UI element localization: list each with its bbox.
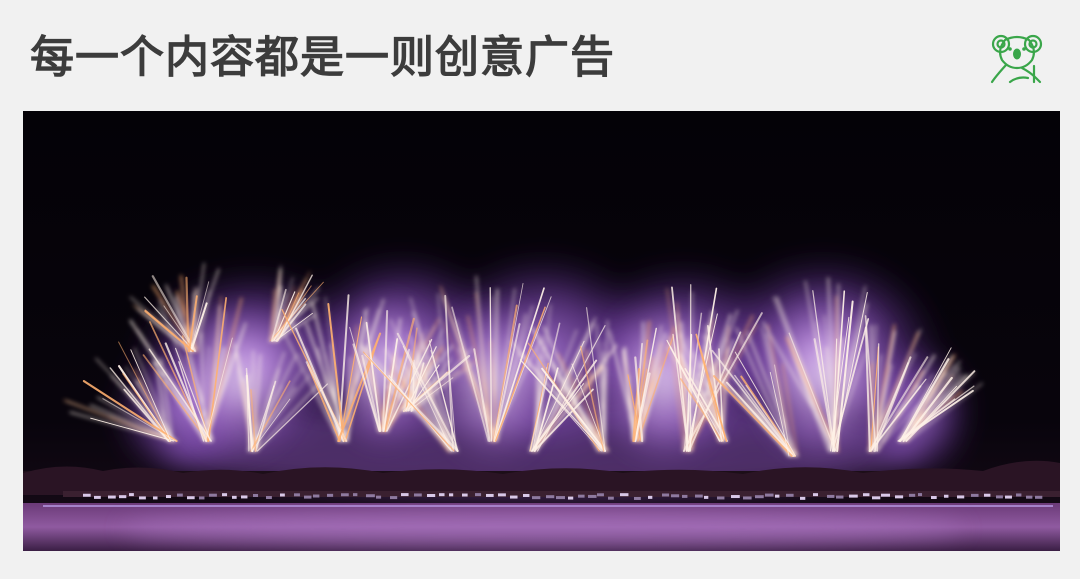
boat-light	[139, 496, 146, 500]
boat-light	[813, 493, 819, 497]
boat-light	[944, 494, 949, 498]
boat-light	[401, 493, 409, 497]
boat-light	[568, 496, 574, 500]
boat-light	[588, 494, 597, 498]
fireworks-photo	[23, 111, 1060, 551]
boat-light	[523, 493, 530, 497]
boat-light	[427, 493, 436, 497]
boat-light	[743, 496, 752, 500]
boat-light	[971, 493, 979, 497]
boat-light	[294, 493, 300, 497]
boat-light	[872, 496, 881, 500]
boat-light	[108, 495, 116, 499]
boat-light	[984, 493, 991, 497]
boat-light	[827, 494, 835, 498]
boat-light	[177, 493, 183, 497]
boat-light	[304, 495, 312, 499]
boat-light	[390, 496, 398, 500]
boat-light	[996, 495, 1003, 499]
boat-light	[909, 493, 916, 497]
boat-light	[775, 494, 780, 498]
boat-light	[313, 494, 320, 498]
boat-light	[957, 495, 965, 499]
boat-light	[755, 495, 764, 499]
boat-light	[786, 493, 794, 497]
boat-light	[608, 496, 614, 500]
boat-light	[765, 493, 774, 497]
boat-light	[682, 494, 688, 498]
koala-icon	[990, 34, 1043, 84]
boat-light	[119, 495, 127, 499]
boat-light	[597, 493, 604, 497]
boat-light	[439, 493, 445, 497]
boat-light	[620, 493, 629, 497]
boat-light	[671, 494, 680, 498]
boat-light	[800, 496, 806, 500]
boat-light	[241, 495, 248, 499]
boat-light	[199, 496, 205, 500]
boat-light	[918, 493, 923, 497]
boat-light	[83, 493, 91, 497]
boat-light	[931, 496, 937, 500]
boat-light	[863, 493, 870, 497]
boat-light	[704, 495, 709, 499]
boat-light	[462, 493, 468, 497]
boat-light	[266, 496, 272, 500]
boat-light	[280, 493, 285, 497]
boat-light	[578, 494, 585, 498]
boat-light	[414, 493, 422, 497]
boat-light	[836, 495, 844, 499]
boat-light	[662, 493, 670, 497]
boat-light	[222, 493, 228, 497]
boat-light	[498, 493, 506, 497]
boat-light	[634, 496, 641, 500]
spark-streak	[835, 295, 838, 452]
boat-light	[341, 493, 349, 497]
boat-light	[895, 495, 904, 499]
boat-light	[486, 493, 494, 497]
boat-light	[232, 495, 237, 499]
boat-light	[648, 495, 653, 499]
boat-light	[1016, 493, 1022, 497]
boat-light	[187, 496, 195, 500]
boat-light	[475, 493, 482, 497]
boat-light	[717, 496, 725, 500]
boat-light	[353, 493, 358, 497]
fireworks-image	[23, 111, 1060, 551]
boat-light	[253, 493, 259, 497]
page-title: 每一个内容都是一则创意广告	[30, 32, 615, 83]
boat-light	[510, 495, 518, 499]
boat-light	[153, 496, 158, 500]
boat-light	[94, 495, 101, 499]
boat-light	[209, 493, 217, 497]
boat-light	[695, 494, 703, 498]
boat-light	[546, 495, 555, 499]
koala-logo	[988, 32, 1046, 84]
boat-light	[1005, 495, 1012, 499]
boat-light	[849, 494, 858, 498]
boat-light	[376, 495, 382, 499]
boat-light	[129, 493, 134, 497]
boat-light	[166, 495, 171, 499]
boat-light	[532, 496, 541, 500]
boat-light	[556, 496, 565, 500]
boat-light	[327, 493, 334, 497]
boat-light	[1026, 495, 1033, 499]
boat-light	[881, 493, 890, 497]
boat-light	[449, 493, 454, 497]
boat-light	[1035, 495, 1043, 499]
boat-light	[366, 494, 375, 498]
boat-light	[731, 495, 740, 499]
